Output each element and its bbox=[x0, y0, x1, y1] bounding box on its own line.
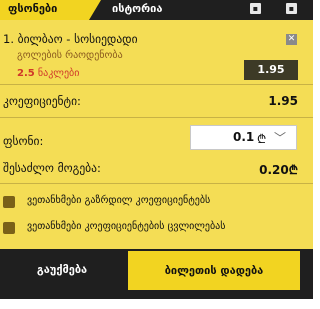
divider bbox=[0, 84, 313, 85]
divider bbox=[0, 183, 313, 184]
tab-menu-icon[interactable]: ▪ bbox=[250, 3, 261, 14]
tab-settings-icon[interactable]: ▪ bbox=[286, 3, 297, 14]
possible-win-label: შესაძლო მოგება: bbox=[3, 161, 101, 175]
selection-line-value: 2.5 bbox=[17, 68, 35, 79]
stake-label: ფსონი: bbox=[3, 134, 44, 148]
tab-history[interactable]: ისტორია bbox=[112, 0, 162, 20]
possible-win-value: 0.20₾ bbox=[259, 163, 298, 177]
selection-market: გოლების რაოდენობა bbox=[17, 50, 123, 61]
tab-bar: ფსონები ისტორია ▪ ▪ bbox=[0, 0, 313, 20]
cancel-button[interactable]: გაუქმება bbox=[0, 249, 124, 290]
coefficient-label: კოეფიციენტი: bbox=[3, 94, 81, 108]
tab-bets[interactable]: ფსონები bbox=[0, 0, 89, 20]
betslip-panel: 1. ბილბაო - სოსიედადი ✕ გოლების რაოდენობ… bbox=[0, 20, 313, 258]
selection-odds: 1.95 bbox=[244, 60, 298, 80]
selection-line-unit: ნაკლები bbox=[37, 68, 80, 79]
accept-changes-label: ვეთანხმები კოეფიციენტების ცვლილებას bbox=[27, 221, 226, 232]
selection-line: 2.5 ნაკლები bbox=[17, 68, 79, 79]
currency-icon: ₾ bbox=[257, 132, 267, 146]
accept-higher-label: ვეთანხმები გაზრდილ კოეფიციენტებს bbox=[27, 195, 211, 206]
place-bet-button[interactable]: ბილეთის დადება bbox=[128, 251, 300, 290]
stake-value: 0.1 bbox=[233, 130, 255, 144]
divider bbox=[0, 117, 313, 118]
coefficient-value: 1.95 bbox=[268, 94, 298, 108]
selection-title: 1. ბილბაო - სოსიედადი bbox=[3, 32, 138, 46]
accept-changes-checkbox[interactable] bbox=[3, 222, 15, 234]
selection-card: 1. ბილბაო - სოსიედადი ✕ გოლების რაოდენობ… bbox=[0, 26, 313, 104]
action-bar: გაუქმება ბილეთის დადება bbox=[0, 249, 313, 299]
stake-selector[interactable]: 0.1 ₾ ﹀ bbox=[190, 125, 297, 150]
close-icon[interactable]: ✕ bbox=[286, 34, 297, 45]
accept-higher-checkbox[interactable] bbox=[3, 196, 15, 208]
tab-notch bbox=[89, 0, 101, 20]
chevron-down-icon[interactable]: ﹀ bbox=[274, 129, 286, 146]
